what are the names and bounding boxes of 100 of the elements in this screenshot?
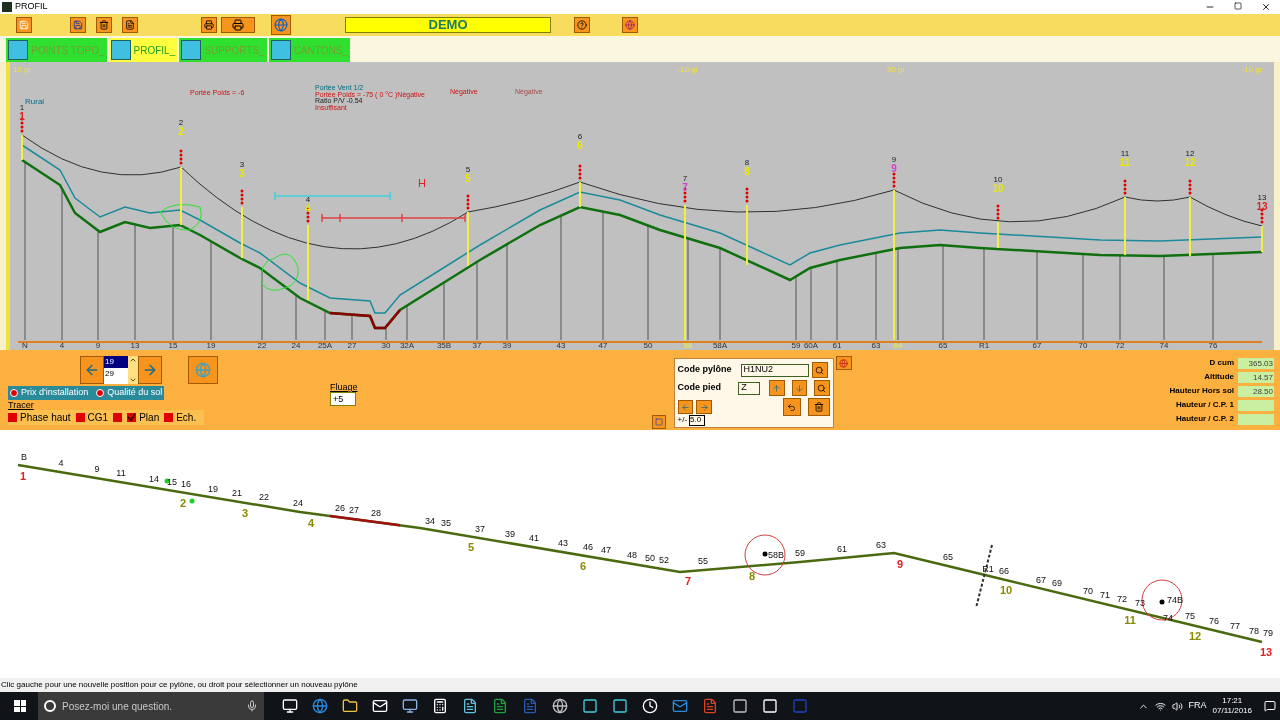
- plotter-button[interactable]: [221, 17, 255, 33]
- checkbox[interactable]: [8, 412, 17, 422]
- tower-number: 2: [179, 496, 187, 509]
- tower-code: 2: [178, 126, 184, 137]
- tower-number: 5: [467, 540, 475, 553]
- network-icon[interactable]: [1154, 700, 1166, 712]
- app-icon[interactable]: [612, 698, 628, 714]
- tab-icon: [181, 40, 202, 60]
- readout-label: Altitude: [1204, 371, 1234, 383]
- print-button[interactable]: [201, 17, 217, 33]
- station-label: 13: [130, 341, 140, 350]
- point-label: 9: [94, 464, 100, 475]
- globe-button[interactable]: [622, 17, 638, 33]
- globe-button[interactable]: [271, 15, 291, 35]
- lookup-button[interactable]: [814, 380, 830, 396]
- tower-number: 13: [1259, 646, 1273, 658]
- tower-number: 6: [577, 132, 583, 141]
- search-placeholder: Posez-moi une question.: [62, 699, 173, 714]
- tower-code: 9: [891, 163, 897, 174]
- tab-icon: [110, 40, 131, 60]
- readout-label: Hauteur / C.P. 1: [1175, 399, 1234, 411]
- app-icon[interactable]: [402, 698, 418, 714]
- app-icon[interactable]: [282, 698, 298, 714]
- readout-value: [1238, 413, 1274, 425]
- undo-button[interactable]: [783, 398, 801, 416]
- tower-code: 7: [682, 182, 688, 193]
- tower-listbox[interactable]: 19 29: [104, 356, 128, 384]
- station-label: 43: [556, 341, 566, 350]
- volume-icon[interactable]: [1171, 700, 1183, 712]
- tower-number: 11: [1120, 149, 1130, 158]
- foot-code-field[interactable]: Z: [738, 381, 761, 395]
- station-label: 70: [1078, 341, 1088, 350]
- tower-number: 12: [1185, 149, 1195, 158]
- down-button[interactable]: [791, 380, 808, 396]
- exit-button[interactable]: [16, 17, 32, 33]
- scroll-down-icon[interactable]: [129, 376, 137, 384]
- point-label: 63: [876, 540, 886, 551]
- new-file-button[interactable]: [122, 17, 138, 33]
- search-icon: [817, 383, 827, 393]
- clock-date[interactable]: 07/11/2016: [1212, 706, 1252, 716]
- list-item[interactable]: 19: [104, 356, 128, 368]
- terrain-segment: [329, 309, 401, 330]
- checkbox[interactable]: [113, 412, 123, 422]
- help-button[interactable]: [574, 17, 590, 33]
- point-label: 34: [425, 515, 435, 526]
- station-label: 27: [347, 341, 357, 350]
- status-bar: Clic gauche pour une nouvelle position pour ce pylône, ou droit pour sélectionner un nouveau pylône: [0, 678, 1280, 692]
- search-field[interactable]: Posez-moi une question.: [38, 692, 264, 720]
- point-label: 26: [335, 503, 345, 514]
- point-label: 22: [259, 492, 269, 502]
- tower-number: 9: [896, 558, 904, 571]
- notification-icon[interactable]: [1264, 700, 1276, 712]
- app-icon[interactable]: [732, 698, 748, 714]
- list-item[interactable]: 29: [104, 368, 128, 380]
- app-icon[interactable]: [552, 698, 568, 714]
- scroll-up-icon[interactable]: [129, 356, 137, 364]
- lookup-button[interactable]: [811, 362, 828, 378]
- delete-button[interactable]: [807, 398, 830, 416]
- tower-pole: [1260, 208, 1264, 253]
- app-icon: [2, 2, 12, 12]
- tower-pole: [240, 189, 244, 259]
- app-icon[interactable]: [372, 698, 388, 714]
- option-toggle[interactable]: Qualité du sol: [96, 386, 163, 400]
- station-label: 25A: [317, 341, 333, 350]
- point-dot: [189, 498, 195, 504]
- checkbox[interactable]: [127, 412, 137, 422]
- checkbox[interactable]: [164, 412, 174, 422]
- app-icon[interactable]: [342, 698, 358, 714]
- option-toggle[interactable]: Prix d'installation: [10, 386, 89, 400]
- tower-number: 3: [241, 506, 249, 519]
- language-indicator[interactable]: FRA: [1188, 699, 1207, 713]
- right-button[interactable]: [696, 400, 713, 414]
- checkbox[interactable]: [75, 412, 85, 422]
- tab-icon: [8, 40, 28, 60]
- app-icon[interactable]: [582, 698, 598, 714]
- station-label: 61: [832, 341, 842, 350]
- tree-outline: [159, 203, 202, 231]
- clock-time[interactable]: 17:21: [1222, 696, 1243, 706]
- up-arrow-icon: [772, 383, 782, 393]
- point-label: 46: [583, 542, 593, 553]
- station-label: 19: [206, 341, 216, 350]
- point-label: 41: [529, 533, 539, 544]
- point-label: 79: [1263, 628, 1273, 638]
- pylon-code-label: Code pylône: [677, 363, 733, 377]
- restore-icon: [1234, 2, 1242, 10]
- station-label: 37: [472, 341, 482, 350]
- pylon-code-field[interactable]: H1NU2: [740, 363, 809, 377]
- point-label: 59: [795, 548, 805, 558]
- left-button[interactable]: [677, 400, 694, 414]
- windows-logo-icon[interactable]: [14, 700, 26, 712]
- tolerance-field[interactable]: 5.0: [689, 414, 706, 426]
- app-icon[interactable]: [432, 698, 448, 714]
- fluage-field[interactable]: +5: [330, 392, 356, 406]
- point-dot: [1159, 599, 1165, 605]
- document-icon: [125, 20, 135, 30]
- save-button[interactable]: [70, 17, 86, 33]
- clear-button[interactable]: [96, 17, 112, 33]
- station-label: 15: [168, 341, 178, 350]
- app-icon[interactable]: [462, 698, 478, 714]
- trash-icon: [813, 402, 824, 412]
